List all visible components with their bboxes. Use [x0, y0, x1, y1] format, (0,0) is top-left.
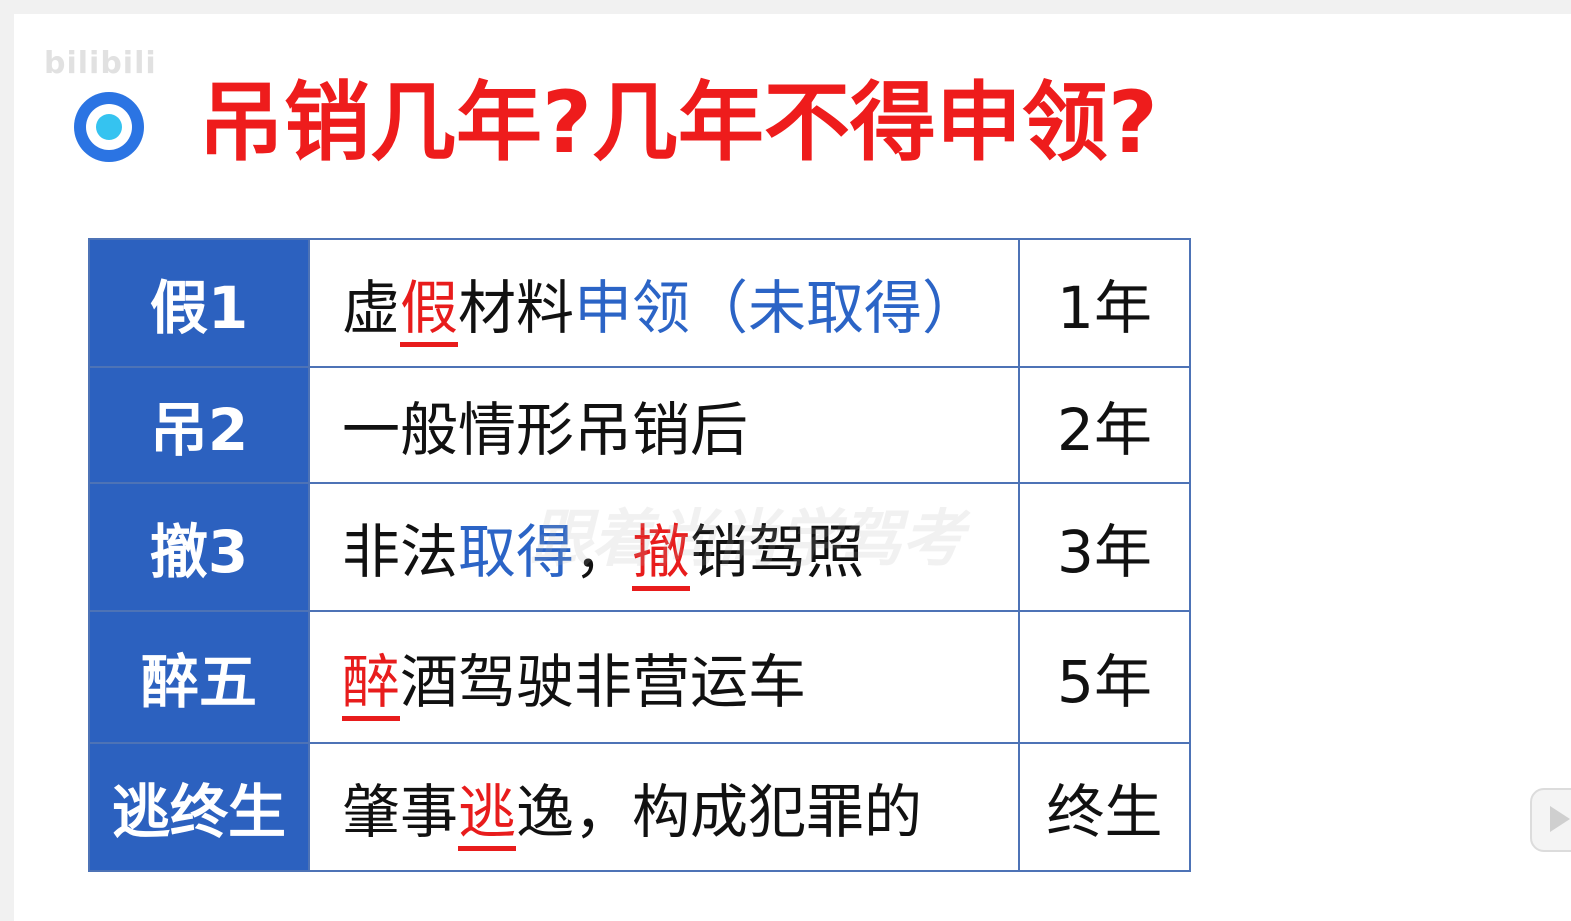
highlight-keyword: 假: [400, 274, 459, 347]
row-years-cell: 5年: [1018, 610, 1191, 744]
row-description-cell: 肇事逃逸，构成犯罪的: [308, 742, 1020, 872]
row-key-cell: 假1: [88, 238, 310, 368]
row-key-cell: 逃终生: [88, 742, 310, 872]
highlight-keyword: 醉: [342, 648, 401, 721]
table-row: 逃终生 肇事逃逸，构成犯罪的 终生: [88, 742, 1191, 872]
description-text: 酒驾驶非营运车: [400, 648, 807, 716]
row-years-cell: 1年: [1018, 238, 1191, 368]
row-key-cell: 撤3: [88, 482, 310, 612]
center-watermark: 跟着尚尚学驾考: [530, 502, 965, 575]
description-text: 肇事: [342, 778, 459, 846]
row-description-cell: 虚假材料申领（未取得）: [308, 238, 1020, 368]
side-play-button[interactable]: [1530, 788, 1571, 852]
row-description-cell: 一般情形吊销后: [308, 366, 1020, 484]
row-years-cell: 2年: [1018, 366, 1191, 484]
table-row: 醉五 醉酒驾驶非营运车 5年: [88, 610, 1191, 744]
row-description-cell: 醉酒驾驶非营运车: [308, 610, 1020, 744]
title-bullet-icon: [74, 92, 144, 162]
description-text: 一般情形吊销后: [342, 396, 749, 464]
row-key-cell: 醉五: [88, 610, 310, 744]
row-key-cell: 吊2: [88, 366, 310, 484]
description-text: 逸，构成犯罪的: [516, 778, 923, 846]
row-years-cell: 3年: [1018, 482, 1191, 612]
row-years-cell: 终生: [1018, 742, 1191, 872]
bullet-dot: [96, 114, 122, 140]
description-text: 非法: [342, 518, 459, 586]
description-text: 材料: [458, 274, 575, 342]
bilibili-logo: bilibili: [44, 46, 157, 81]
emphasis-text: 申领（未取得）: [574, 274, 981, 342]
description-text: 虚: [342, 274, 401, 342]
play-icon: [1550, 806, 1570, 832]
highlight-keyword: 逃: [458, 778, 517, 851]
table-row: 假1 虚假材料申领（未取得） 1年: [88, 238, 1191, 368]
page-title: 吊销几年?几年不得申领?: [198, 73, 1158, 173]
table-row: 吊2 一般情形吊销后 2年: [88, 366, 1191, 484]
